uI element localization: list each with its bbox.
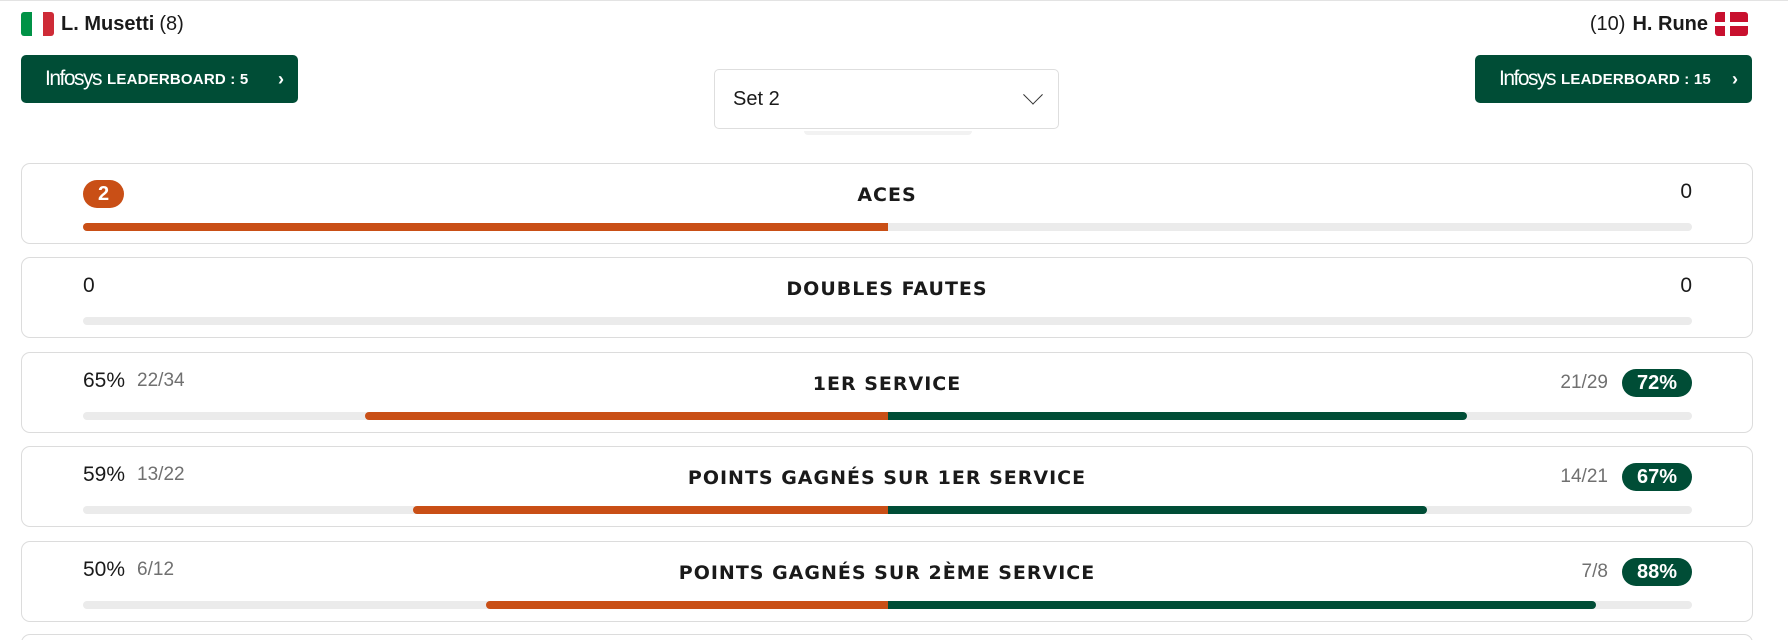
stat-right: 0 <box>1680 274 1692 298</box>
chevron-down-icon <box>1023 84 1043 105</box>
player-left-seed: (8) <box>159 12 184 35</box>
player-left: L. Musetti (8) <box>21 12 184 36</box>
stat-bar-left <box>82 223 888 231</box>
stat-right-fraction: 21/29 <box>1560 372 1608 393</box>
stat-right: 7/8 88% <box>1582 558 1692 586</box>
stat-card: 0 DOUBLES FAUTES 0 <box>21 257 1753 338</box>
denmark-flag-icon <box>1715 12 1748 36</box>
italy-flag-icon <box>21 12 54 36</box>
top-divider <box>0 0 1788 3</box>
stat-right-fraction: 7/8 <box>1581 561 1608 582</box>
stat-right: 14/21 67% <box>1560 463 1692 491</box>
leaderboard-right-button[interactable]: Infosys LEADERBOARD : 15 › <box>1475 55 1752 103</box>
chevron-right-icon: › <box>278 68 284 89</box>
stat-bar-left <box>412 506 888 514</box>
player-right-name: H. Rune <box>1632 12 1708 35</box>
stat-right-fraction: 14/21 <box>1560 466 1608 487</box>
player-right: (10) H. Rune <box>1590 12 1748 36</box>
stat-card: 59% 13/22 POINTS GAGNÉS SUR 1ER SERVICE 14/… <box>21 446 1753 527</box>
chevron-right-icon: › <box>1732 68 1738 89</box>
stat-title: POINTS GAGNÉS SUR 2ÈME SERVICE <box>678 562 1096 584</box>
stat-bar-track <box>83 317 1692 325</box>
stat-bar-right <box>887 601 1596 609</box>
set-dropdown-value: Set 2 <box>733 87 780 110</box>
stat-right-value: 88% <box>1621 558 1692 586</box>
stat-right-value: 67% <box>1621 463 1692 491</box>
stat-right-value: 0 <box>1680 180 1692 203</box>
stat-bar-track <box>83 506 1692 514</box>
stat-right: 21/29 72% <box>1560 369 1692 397</box>
stat-bar-left <box>485 601 888 609</box>
player-left-name: L. Musetti <box>61 12 155 35</box>
stat-card-partial <box>21 634 1753 640</box>
stat-bar-right <box>887 506 1427 514</box>
leaderboard-left-button[interactable]: Infosys LEADERBOARD : 5 › <box>21 55 298 103</box>
stat-right-value: 0 <box>1680 274 1692 297</box>
infosys-logo: Infosys <box>45 67 103 90</box>
leaderboard-left-label: LEADERBOARD : 5 <box>107 70 249 88</box>
stat-bar-track <box>83 412 1692 420</box>
stat-card: 65% 22/34 1ER SERVICE 21/29 72% <box>21 352 1753 433</box>
stat-title: POINTS GAGNÉS SUR 1ER SERVICE <box>687 467 1087 489</box>
infosys-logo: Infosys <box>1499 67 1557 90</box>
stat-title: 1ER SERVICE <box>812 373 962 395</box>
dropdown-shadow <box>804 131 972 135</box>
stat-title: DOUBLES FAUTES <box>786 278 988 300</box>
stat-bar-right <box>887 412 1467 420</box>
stat-bar-track <box>82 223 1692 231</box>
stat-title: ACES <box>857 184 917 206</box>
stat-right: 0 <box>1680 180 1692 204</box>
leaderboard-right-label: LEADERBOARD : 15 <box>1561 70 1711 88</box>
stat-right-value: 72% <box>1621 369 1692 397</box>
stat-bar-track <box>83 601 1692 609</box>
player-right-seed: (10) <box>1589 12 1626 35</box>
stat-card: 2 ACES 0 <box>21 163 1753 244</box>
set-dropdown[interactable]: Set 2 <box>714 69 1059 129</box>
stat-bar-left <box>364 412 888 420</box>
stat-card: 50% 6/12 POINTS GAGNÉS SUR 2ÈME SERVICE 7/8… <box>21 541 1753 622</box>
